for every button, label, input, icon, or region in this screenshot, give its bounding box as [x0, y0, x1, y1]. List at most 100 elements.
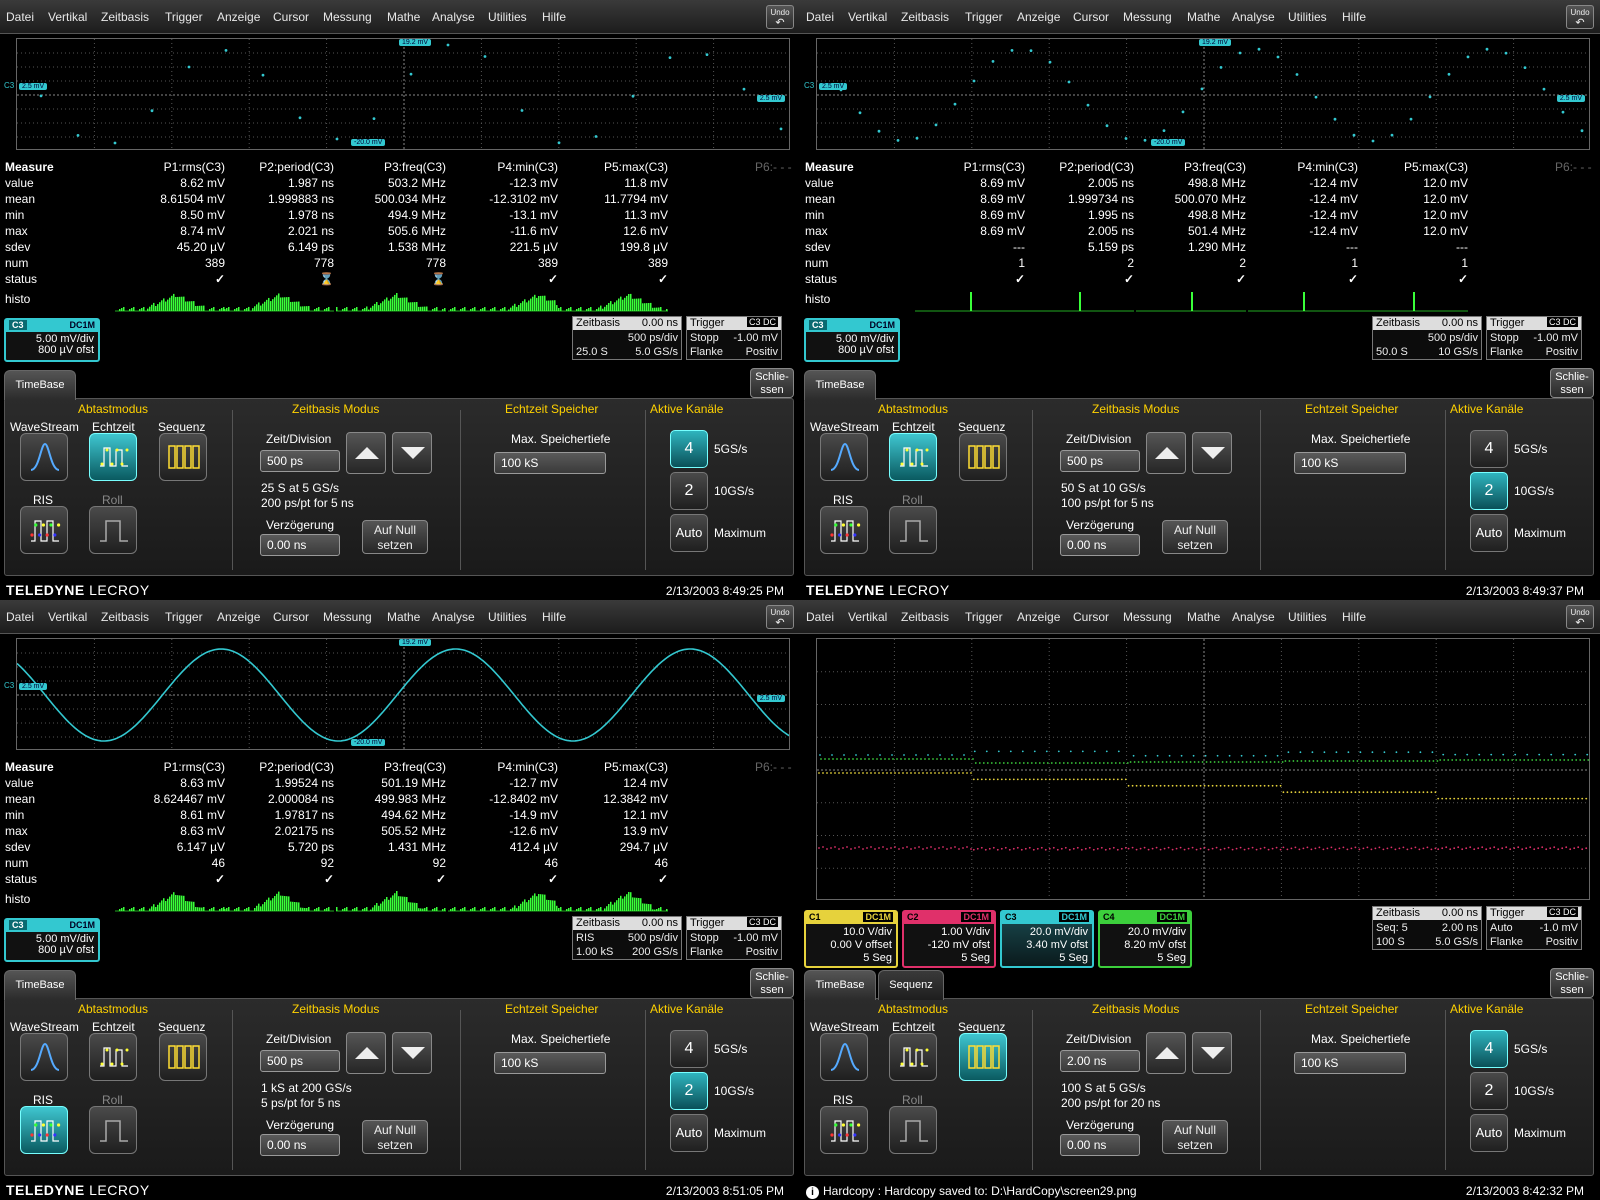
waveform-grid[interactable]: 19.2 mV 2.5 mV 2.5 mV -20.0 mV	[816, 38, 1590, 150]
roll-mode-button[interactable]	[89, 1106, 137, 1154]
undo-button[interactable]: Undo ↶	[1566, 605, 1594, 629]
measure-header-p5[interactable]: P5:max(C3)	[558, 760, 668, 774]
wavestream-mode-button[interactable]	[20, 433, 68, 481]
menu-item-cursor[interactable]: Cursor	[273, 610, 309, 624]
menu-item-hilfe[interactable]: Hilfe	[1342, 610, 1366, 624]
tab-timebase[interactable]: TimeBase	[4, 970, 76, 1000]
menu-item-cursor[interactable]: Cursor	[273, 10, 309, 24]
measure-header-p3[interactable]: P3:freq(C3)	[1136, 160, 1246, 174]
time-division-field[interactable]: 500 ps	[260, 450, 340, 472]
timebase-descriptor[interactable]: Zeitbasis 0.00 ns Seq: 5 2.00 ns 100 S 5.0 GS…	[1372, 906, 1482, 950]
menu-item-cursor[interactable]: Cursor	[1073, 10, 1109, 24]
waveform-grid[interactable]	[816, 638, 1590, 900]
sequenz-mode-button[interactable]	[959, 433, 1007, 481]
tab-timebase[interactable]: TimeBase	[4, 370, 76, 400]
delay-field[interactable]: 0.00 ns	[1060, 534, 1140, 556]
time-div-up-button[interactable]	[346, 1032, 386, 1074]
measure-header-p6[interactable]: P6:- - -	[1555, 160, 1592, 174]
menu-item-zeitbasis[interactable]: Zeitbasis	[101, 610, 149, 624]
wavestream-mode-button[interactable]	[820, 1033, 868, 1081]
wavestream-mode-button[interactable]	[20, 1033, 68, 1081]
menu-item-analyse[interactable]: Analyse	[432, 10, 475, 24]
menu-item-trigger[interactable]: Trigger	[165, 10, 203, 24]
active-channels-auto-button[interactable]: Auto	[670, 514, 708, 552]
timebase-descriptor[interactable]: Zeitbasis 0.00 ns 500 ps/div 50.0 S 10 GS/s	[1372, 316, 1482, 360]
menu-item-anzeige[interactable]: Anzeige	[1017, 10, 1060, 24]
menu-item-messung[interactable]: Messung	[323, 10, 372, 24]
ris-mode-button[interactable]	[820, 1106, 868, 1154]
roll-mode-button[interactable]	[889, 1106, 937, 1154]
timebase-descriptor[interactable]: Zeitbasis 0.00 ns 500 ps/div 25.0 S 5.0 GS/s	[572, 316, 682, 360]
memory-depth-field[interactable]: 100 kS	[494, 452, 606, 474]
set-zero-button[interactable]: Auf Null setzen	[1162, 520, 1228, 554]
time-div-up-button[interactable]	[346, 432, 386, 474]
set-zero-button[interactable]: Auf Null setzen	[362, 520, 428, 554]
menu-item-mathe[interactable]: Mathe	[1187, 610, 1220, 624]
menu-item-vertikal[interactable]: Vertikal	[48, 10, 87, 24]
set-zero-button[interactable]: Auf Null setzen	[1162, 1120, 1228, 1154]
menu-item-datei[interactable]: Datei	[806, 610, 834, 624]
active-channels-2-button[interactable]: 2	[670, 1072, 708, 1110]
echtzeit-mode-button[interactable]	[889, 433, 937, 481]
channel-descriptor-c3[interactable]: C3 DC1M 5.00 mV/div 800 µV ofst	[804, 318, 900, 362]
measure-header-p2[interactable]: P2:period(C3)	[224, 160, 334, 174]
menu-item-cursor[interactable]: Cursor	[1073, 610, 1109, 624]
menu-item-zeitbasis[interactable]: Zeitbasis	[101, 10, 149, 24]
menu-item-vertikal[interactable]: Vertikal	[848, 610, 887, 624]
measure-header-p1[interactable]: P1:rms(C3)	[115, 760, 225, 774]
echtzeit-mode-button[interactable]	[889, 1033, 937, 1081]
timebase-descriptor[interactable]: Zeitbasis 0.00 ns RIS 500 ps/div 1.00 kS 200 …	[572, 916, 682, 960]
roll-mode-button[interactable]	[89, 506, 137, 554]
time-div-up-button[interactable]	[1146, 1032, 1186, 1074]
set-zero-button[interactable]: Auf Null setzen	[362, 1120, 428, 1154]
channel-descriptor-c2[interactable]: C2 DC1M 1.00 V/div -120 mV ofst 5 Seg	[902, 910, 996, 968]
menu-item-datei[interactable]: Datei	[6, 10, 34, 24]
menu-item-datei[interactable]: Datei	[6, 610, 34, 624]
menu-item-utilities[interactable]: Utilities	[1288, 10, 1327, 24]
menu-item-anzeige[interactable]: Anzeige	[217, 10, 260, 24]
measure-header-p4[interactable]: P4:min(C3)	[1248, 160, 1358, 174]
measure-header-p4[interactable]: P4:min(C3)	[448, 760, 558, 774]
menu-item-hilfe[interactable]: Hilfe	[542, 610, 566, 624]
active-channels-auto-button[interactable]: Auto	[1470, 514, 1508, 552]
time-div-down-button[interactable]	[392, 1032, 432, 1074]
menu-item-datei[interactable]: Datei	[806, 10, 834, 24]
memory-depth-field[interactable]: 100 kS	[1294, 1052, 1406, 1074]
delay-field[interactable]: 0.00 ns	[1060, 1134, 1140, 1156]
menu-item-anzeige[interactable]: Anzeige	[217, 610, 260, 624]
menu-item-mathe[interactable]: Mathe	[387, 10, 420, 24]
delay-field[interactable]: 0.00 ns	[260, 1134, 340, 1156]
menu-item-trigger[interactable]: Trigger	[165, 610, 203, 624]
active-channels-2-button[interactable]: 2	[1470, 1072, 1508, 1110]
active-channels-4-button[interactable]: 4	[670, 1030, 708, 1068]
active-channels-auto-button[interactable]: Auto	[670, 1114, 708, 1152]
ris-mode-button[interactable]	[20, 1106, 68, 1154]
tab-sequenz[interactable]: Sequenz	[878, 970, 944, 1000]
menu-item-zeitbasis[interactable]: Zeitbasis	[901, 10, 949, 24]
measure-header-p6[interactable]: P6:- - -	[755, 760, 792, 774]
menu-item-analyse[interactable]: Analyse	[432, 610, 475, 624]
menu-item-vertikal[interactable]: Vertikal	[848, 10, 887, 24]
measure-header-p5[interactable]: P5:max(C3)	[1358, 160, 1468, 174]
measure-header-p5[interactable]: P5:max(C3)	[558, 160, 668, 174]
tab-timebase[interactable]: TimeBase	[804, 970, 876, 1000]
menu-item-vertikal[interactable]: Vertikal	[48, 610, 87, 624]
memory-depth-field[interactable]: 100 kS	[494, 1052, 606, 1074]
active-channels-2-button[interactable]: 2	[1470, 472, 1508, 510]
ris-mode-button[interactable]	[20, 506, 68, 554]
menu-item-anzeige[interactable]: Anzeige	[1017, 610, 1060, 624]
menu-item-messung[interactable]: Messung	[1123, 10, 1172, 24]
menu-item-mathe[interactable]: Mathe	[387, 610, 420, 624]
measure-header-p3[interactable]: P3:freq(C3)	[336, 160, 446, 174]
ris-mode-button[interactable]	[820, 506, 868, 554]
time-div-up-button[interactable]	[1146, 432, 1186, 474]
menu-item-utilities[interactable]: Utilities	[488, 10, 527, 24]
delay-field[interactable]: 0.00 ns	[260, 534, 340, 556]
close-dialog-button[interactable]: Schlie-ssen	[1550, 368, 1594, 398]
menu-item-utilities[interactable]: Utilities	[1288, 610, 1327, 624]
menu-item-hilfe[interactable]: Hilfe	[1342, 10, 1366, 24]
trigger-descriptor[interactable]: Trigger C3 DC Stopp -1.00 mV Flanke Positiv	[1486, 316, 1582, 360]
menu-item-mathe[interactable]: Mathe	[1187, 10, 1220, 24]
channel-descriptor-c3[interactable]: C3 DC1M 5.00 mV/div 800 µV ofst	[4, 918, 100, 962]
close-dialog-button[interactable]: Schlie-ssen	[750, 968, 794, 998]
